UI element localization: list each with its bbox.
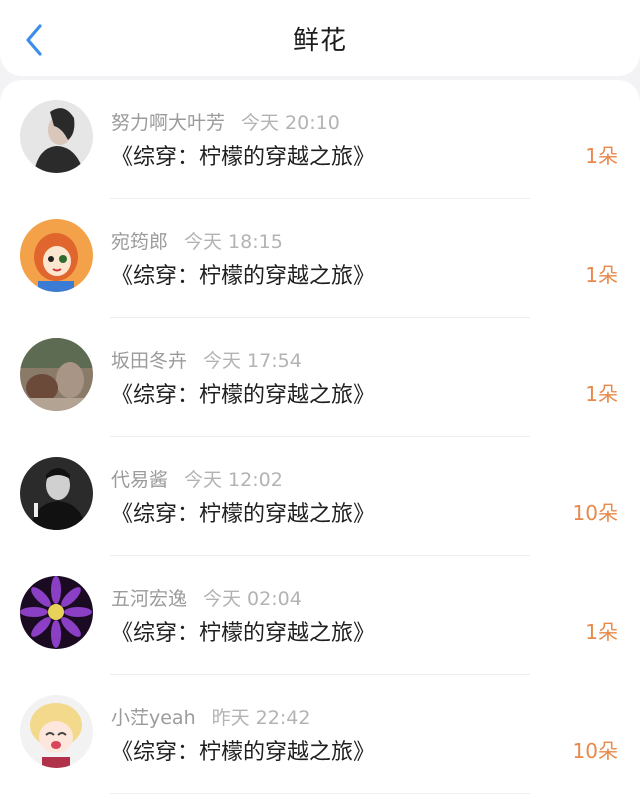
list-item[interactable]: 宛筠郎 今天 18:15 《综穿：柠檬的穿越之旅》 1朵 [0,199,640,318]
flower-count: 10朵 [572,739,618,763]
navigation-bar: 鲜花 [0,0,640,76]
book-title[interactable]: 《综穿：柠檬的穿越之旅》 [111,139,375,171]
timestamp: 今天 12:02 [184,469,283,491]
avatar[interactable] [20,100,93,173]
flower-list: 努力啊大叶芳 今天 20:10 《综穿：柠檬的穿越之旅》 1朵 宛筠郎 今天 1… [0,80,640,807]
flower-count: 1朵 [585,144,618,168]
username[interactable]: 努力啊大叶芳 [111,112,225,134]
timestamp: 今天 02:04 [203,588,302,610]
timestamp: 今天 18:15 [184,231,283,253]
book-title[interactable]: 《综穿：柠檬的穿越之旅》 [111,734,375,766]
item-meta: 努力啊大叶芳 今天 20:10 [111,108,340,135]
avatar[interactable] [20,457,93,530]
book-title[interactable]: 《综穿：柠檬的穿越之旅》 [111,377,375,409]
flower-count: 1朵 [585,263,618,287]
avatar[interactable] [20,338,93,411]
item-meta: 宛筠郎 今天 18:15 [111,227,283,254]
list-item[interactable]: 小茳yeah 昨天 22:42 《综穿：柠檬的穿越之旅》 10朵 [0,675,640,794]
page-title: 鲜花 [292,26,347,56]
avatar[interactable] [20,695,93,768]
book-title[interactable]: 《综穿：柠檬的穿越之旅》 [111,496,375,528]
item-meta: 五河宏逸 今天 02:04 [111,584,302,611]
avatar[interactable] [20,219,93,292]
list-item[interactable]: 努力啊大叶芳 今天 20:10 《综穿：柠檬的穿越之旅》 1朵 [0,80,640,199]
timestamp: 今天 17:54 [203,350,302,372]
divider [110,793,530,794]
username[interactable]: 坂田冬卉 [111,350,187,372]
timestamp: 昨天 22:42 [211,707,311,729]
avatar[interactable] [20,576,93,649]
username[interactable]: 宛筠郎 [111,231,168,253]
list-item[interactable]: 代易酱 今天 12:02 《综穿：柠檬的穿越之旅》 10朵 [0,437,640,556]
list-item[interactable]: 五河宏逸 今天 02:04 《综穿：柠檬的穿越之旅》 1朵 [0,556,640,675]
flower-count: 10朵 [572,501,618,525]
item-meta: 小茳yeah 昨天 22:42 [111,703,310,730]
username[interactable]: 小茳yeah [111,707,196,729]
flower-count: 1朵 [585,382,618,406]
page: 鲜花 努力啊大叶芳 今天 20:10 《综穿：柠檬的穿越之旅》 1朵 宛筠郎 今… [0,0,640,807]
list-item[interactable]: 坂田冬卉 今天 17:54 《综穿：柠檬的穿越之旅》 1朵 [0,318,640,437]
book-title[interactable]: 《综穿：柠檬的穿越之旅》 [111,615,375,647]
item-meta: 代易酱 今天 12:02 [111,465,283,492]
username[interactable]: 代易酱 [111,469,168,491]
username[interactable]: 五河宏逸 [111,588,187,610]
timestamp: 今天 20:10 [241,112,340,134]
flower-count: 1朵 [585,620,618,644]
item-meta: 坂田冬卉 今天 17:54 [111,346,302,373]
book-title[interactable]: 《综穿：柠檬的穿越之旅》 [111,258,375,290]
